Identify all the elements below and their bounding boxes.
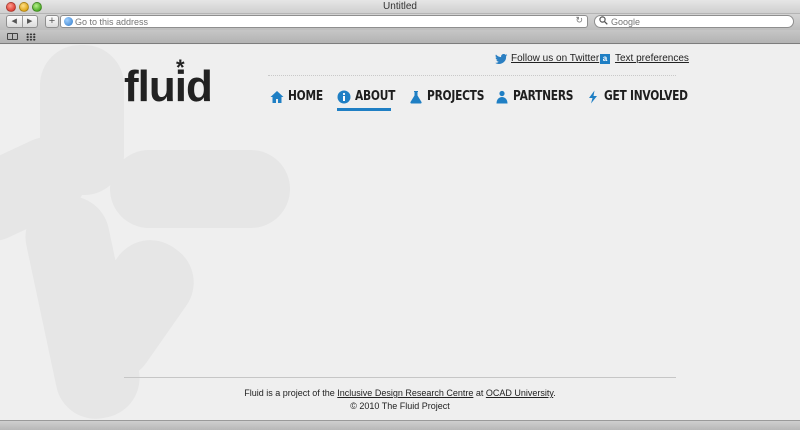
lightning-icon <box>589 90 597 103</box>
footer-credit: Fluid is a project of the Inclusive Desi… <box>0 388 800 398</box>
person-icon <box>496 90 508 103</box>
address-input[interactable] <box>75 16 565 27</box>
browser-toolbar: ◀ ▶ + ↻ <box>0 14 800 30</box>
twitter-bird-icon <box>495 53 508 64</box>
follow-twitter-label: Follow us on Twitter <box>511 53 600 64</box>
window-bottom-edge <box>0 420 800 430</box>
footer-mid: at <box>473 388 486 398</box>
nav-home-label: HOME <box>288 89 323 104</box>
web-page: fluid * Follow us on Twitter a Text pref… <box>0 45 800 420</box>
footer-copyright: © 2010 The Fluid Project <box>350 401 450 411</box>
nav-about[interactable]: ABOUT <box>337 89 404 104</box>
logo-asterisk-icon: * <box>176 55 185 80</box>
ocad-link[interactable]: OCAD University <box>486 388 553 398</box>
logo-text: flu <box>124 62 176 111</box>
active-nav-indicator <box>337 108 391 111</box>
footer-prefix: Fluid is a project of the <box>244 388 338 398</box>
address-bar: ↻ <box>60 15 588 28</box>
nav-get-involved-label: GET INVOLVED <box>604 89 688 104</box>
add-bookmark-button[interactable]: + <box>45 15 59 28</box>
info-icon <box>337 90 351 103</box>
nav-home[interactable]: HOME <box>270 89 331 104</box>
back-button[interactable]: ◀ <box>7 16 22 27</box>
search-bar <box>594 15 794 28</box>
footer-suffix: . <box>553 388 556 398</box>
bookmarks-bar <box>0 30 800 44</box>
text-preferences-icon: a <box>600 53 610 64</box>
window-title: Untitled <box>383 1 417 12</box>
nav-about-label: ABOUT <box>355 89 396 104</box>
header-divider <box>268 75 676 76</box>
follow-twitter-link[interactable]: Follow us on Twitter <box>495 53 599 64</box>
flask-icon <box>410 90 422 104</box>
search-icon[interactable] <box>599 16 608 27</box>
reload-icon[interactable]: ↻ <box>575 15 583 26</box>
idrc-link[interactable]: Inclusive Design Research Centre <box>337 388 473 398</box>
search-input[interactable] <box>611 16 787 27</box>
nav-projects-label: PROJECTS <box>427 89 485 104</box>
nav-get-involved[interactable]: GET INVOLVED <box>586 89 706 104</box>
fluid-logo[interactable]: fluid <box>124 62 213 111</box>
nav-projects[interactable]: PROJECTS <box>409 89 497 104</box>
top-sites-grid-icon[interactable] <box>26 33 36 41</box>
bookmarks-book-icon[interactable] <box>7 33 18 40</box>
text-preferences-link[interactable]: a Text preferences <box>600 53 689 64</box>
nav-partners[interactable]: PARTNERS <box>495 89 586 104</box>
history-buttons: ◀ ▶ <box>6 15 38 28</box>
globe-icon <box>64 17 73 26</box>
window-titlebar: Untitled <box>0 0 800 14</box>
text-preferences-label: Text preferences <box>615 53 689 64</box>
nav-partners-label: PARTNERS <box>513 89 574 104</box>
forward-button[interactable]: ▶ <box>21 16 38 27</box>
footer-divider <box>124 377 676 378</box>
home-icon <box>270 90 284 103</box>
